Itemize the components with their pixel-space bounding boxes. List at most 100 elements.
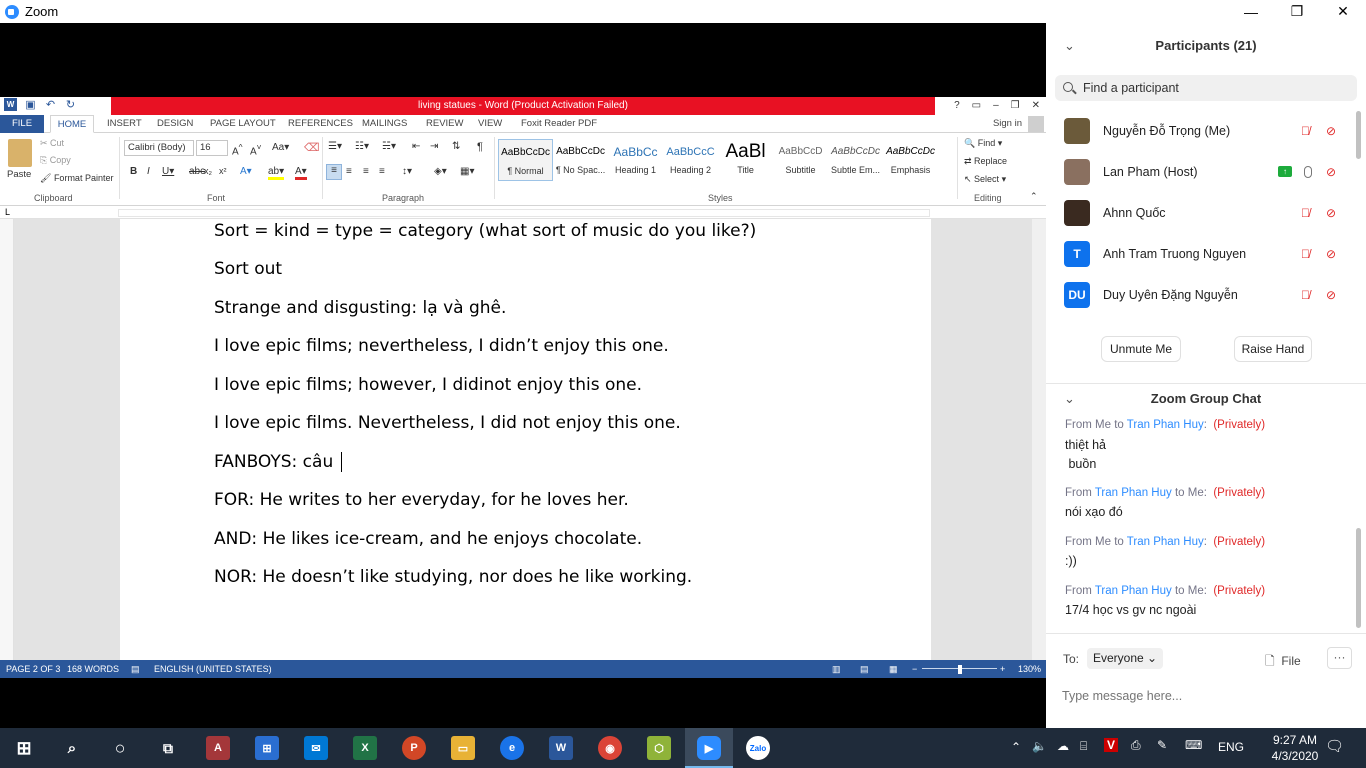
cut-button[interactable]: ✂ Cut	[40, 138, 64, 149]
volume-icon[interactable]: 🔈	[1032, 739, 1047, 753]
print-layout-icon[interactable]: ▤	[860, 660, 869, 678]
sender-link[interactable]: Tran Phan Huy	[1095, 585, 1172, 597]
style-title[interactable]: AaBl Title	[718, 139, 773, 181]
mic-muted-icon[interactable]: 🎙̸	[1301, 288, 1313, 302]
close-button[interactable]: ✕	[1320, 0, 1366, 23]
paste-icon[interactable]	[8, 139, 32, 167]
save-icon[interactable]: ▣	[24, 98, 37, 111]
search-icon[interactable]: ⌕	[60, 736, 84, 760]
style-subtitle[interactable]: AaBbCcD Subtitle	[773, 139, 828, 181]
font-name-select[interactable]: Calibri (Body)	[124, 140, 194, 156]
style-normal[interactable]: AaBbCcDc ¶ Normal	[498, 139, 554, 181]
chat-scrollbar[interactable]	[1356, 528, 1361, 628]
align-left-button[interactable]: ≡	[326, 164, 342, 180]
box-icon[interactable]: ⬡	[647, 736, 671, 760]
change-case-button[interactable]: Aa▾	[272, 142, 289, 153]
raise-hand-button[interactable]: Raise Hand	[1234, 336, 1312, 362]
tab-mailings[interactable]: MAILINGS	[362, 115, 407, 133]
read-mode-icon[interactable]: ▥	[832, 660, 841, 678]
highlight-button[interactable]: ab▾	[268, 166, 285, 180]
input-language[interactable]: ENG	[1218, 740, 1244, 754]
tab-foxit[interactable]: Foxit Reader PDF	[521, 115, 597, 133]
shrink-font-button[interactable]: A˅	[250, 142, 262, 157]
show-hidden-icons[interactable]: ⌃	[1011, 740, 1021, 754]
participant-row[interactable]: T Anh Tram Truong Nguyen 🎙̸ ⊘	[1046, 233, 1356, 274]
recipient-select[interactable]: Everyone ⌄	[1087, 648, 1164, 669]
justify-button[interactable]: ≡	[379, 166, 385, 177]
start-icon[interactable]: ⊞	[12, 736, 36, 760]
unmute-me-button[interactable]: Unmute Me	[1101, 336, 1181, 362]
notifications-icon[interactable]: 🗨	[1325, 737, 1344, 755]
style-no-spacing[interactable]: AaBbCcDc ¶ No Spac...	[553, 139, 608, 181]
document-scrollbar[interactable]	[1032, 219, 1046, 661]
style-subtle-emphasis[interactable]: AaBbCcDc Subtle Em...	[828, 139, 883, 181]
recipient-link[interactable]: Tran Phan Huy	[1127, 536, 1204, 548]
mic-muted-icon[interactable]: 🎙̸	[1301, 206, 1313, 220]
mic-muted-icon[interactable]: 🎙̸	[1301, 247, 1313, 261]
mail-icon[interactable]: ✉	[304, 736, 328, 760]
strikethrough-button[interactable]: abc	[189, 166, 205, 177]
cortana-icon[interactable]: ○	[108, 736, 132, 760]
replace-button[interactable]: ⇄ Replace	[964, 156, 1007, 167]
italic-button[interactable]: I	[147, 166, 150, 177]
account-avatar[interactable]	[1028, 116, 1044, 132]
mic-icon[interactable]	[1304, 165, 1312, 178]
tab-home[interactable]: HOME	[50, 115, 94, 133]
style-heading-1[interactable]: AaBbCc Heading 1	[608, 139, 663, 181]
printer-icon[interactable]: ⎙	[1131, 738, 1141, 753]
bold-button[interactable]: B	[130, 166, 137, 177]
superscript-button[interactable]: x²	[219, 166, 227, 176]
tab-insert[interactable]: INSERT	[107, 115, 142, 133]
ribbon-display-button[interactable]: ▭	[972, 97, 981, 115]
participant-row[interactable]: Lan Pham (Host) ↑ ⊘	[1046, 151, 1356, 192]
word-minimize-button[interactable]: –	[993, 97, 999, 115]
pen-icon[interactable]: ✎	[1157, 738, 1167, 752]
more-options-button[interactable]: ···	[1327, 647, 1352, 669]
chrome-icon[interactable]: ◉	[598, 736, 622, 760]
borders-button[interactable]: ▦▾	[460, 166, 474, 177]
redo-icon[interactable]: ↻	[64, 98, 77, 111]
show-formatting-button[interactable]: ¶	[477, 141, 483, 153]
format-painter-button[interactable]: 🖌 Format Painter	[40, 173, 113, 184]
video-off-icon[interactable]: ⊘	[1326, 165, 1344, 179]
tab-view[interactable]: VIEW	[478, 115, 502, 133]
participant-row[interactable]: Nguyễn Đỗ Trọng (Me) 🎙̸ ⊘	[1046, 110, 1356, 151]
tab-review[interactable]: REVIEW	[426, 115, 463, 133]
tab-selector-icon[interactable]: L	[5, 207, 10, 217]
zoom-in-button[interactable]: +	[1000, 660, 1005, 678]
maximize-button[interactable]: ❐	[1274, 0, 1320, 23]
style-heading-2[interactable]: AaBbCcC Heading 2	[663, 139, 718, 181]
undo-icon[interactable]: ↶	[44, 98, 57, 111]
participant-search-input[interactable]: Find a participant	[1055, 75, 1357, 101]
tab-design[interactable]: DESIGN	[157, 115, 193, 133]
chat-message-input[interactable]	[1062, 686, 1352, 706]
keyboard-icon[interactable]: ⌨	[1185, 738, 1202, 752]
clear-formatting-icon[interactable]: ⌫	[304, 141, 320, 154]
line-spacing-button[interactable]: ↕▾	[402, 166, 412, 177]
file-button[interactable]: 🗋 File	[1265, 652, 1301, 673]
grow-font-button[interactable]: A^	[232, 142, 243, 157]
numbering-button[interactable]: ☷▾	[355, 141, 369, 152]
participant-row[interactable]: DU Duy Uyên Đặng Nguyễn 🎙̸ ⊘	[1046, 274, 1356, 315]
powerpoint-icon[interactable]: P	[402, 736, 426, 760]
zoom-out-button[interactable]: −	[912, 660, 917, 678]
align-center-button[interactable]: ≡	[346, 166, 352, 177]
chevron-down-icon[interactable]: ⌄	[1064, 23, 1075, 68]
text-effects-button[interactable]: A▾	[240, 166, 252, 177]
onedrive-icon[interactable]: ☁	[1057, 739, 1069, 753]
multilevel-list-button[interactable]: ☵▾	[382, 141, 396, 152]
chevron-down-icon[interactable]: ⌄	[1064, 384, 1075, 414]
network-icon[interactable]: ⌸	[1080, 739, 1087, 754]
document-page[interactable]: Sort = kind = type = category (what sort…	[120, 219, 931, 661]
video-off-icon[interactable]: ⊘	[1326, 206, 1344, 220]
sender-link[interactable]: Tran Phan Huy	[1095, 487, 1172, 499]
mic-muted-icon[interactable]: 🎙̸	[1301, 124, 1313, 138]
clock[interactable]: 9:27 AM 4/3/2020	[1270, 732, 1320, 764]
word-restore-button[interactable]: ❐	[1011, 97, 1020, 115]
help-button[interactable]: ?	[954, 97, 960, 115]
copy-button[interactable]: ⎘ Copy	[40, 155, 71, 166]
store-icon[interactable]: ⊞	[255, 736, 279, 760]
decrease-indent-button[interactable]: ⇤	[412, 141, 420, 152]
select-button[interactable]: ↖ Select ▾	[964, 174, 1006, 185]
antivirus-icon[interactable]: V	[1104, 738, 1119, 752]
